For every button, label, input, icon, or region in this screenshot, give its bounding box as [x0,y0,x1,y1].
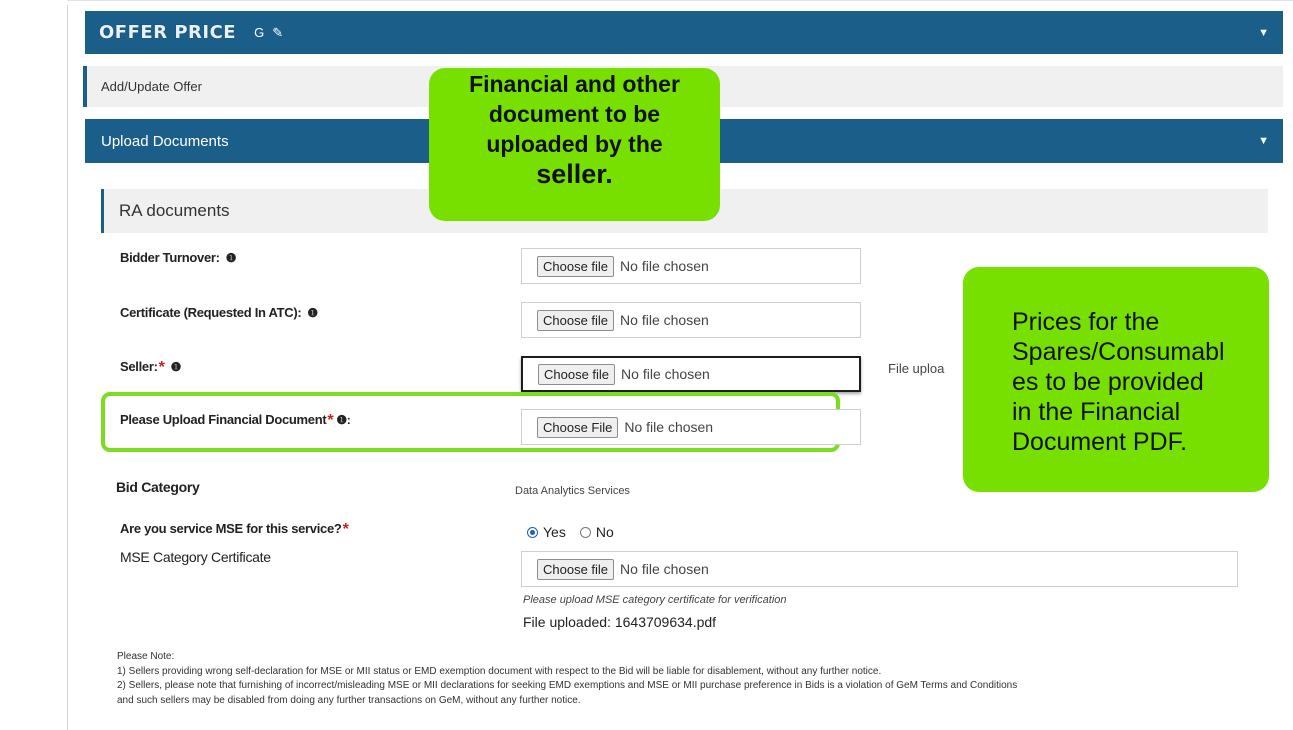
financial-documents-callout: Financial and other document to be uploa… [429,68,720,221]
seller-file-uploaded-text: File uploa [888,361,945,376]
financial-document-label-text: Please Upload Financial Document [120,412,327,427]
mse-no-radio[interactable] [579,526,591,538]
note-line-3: and such sellers may be disabled from do… [117,694,581,706]
required-marker: * [327,412,334,429]
file-status: No file chosen [620,561,709,577]
page-top-border [67,0,1293,5]
seller-file-input[interactable]: Choose file No file chosen [521,356,861,392]
mse-no-label[interactable]: No [596,524,614,540]
required-marker: * [342,521,349,538]
mse-certificate-hint: Please upload MSE category certificate f… [523,594,787,606]
mse-question-text: Are you service MSE for this service? [120,521,342,536]
mse-file-uploaded-text: File uploaded: 1643709634.pdf [523,614,717,630]
bidder-turnover-label-text: Bidder Turnover: [120,250,220,265]
offer-price-g-label[interactable]: G [254,25,264,40]
choose-file-button[interactable]: Choose file [537,309,615,331]
callout-line: seller. [536,159,613,189]
bidder-turnover-label: Bidder Turnover: ❶ [120,250,236,265]
note-heading: Please Note: [117,651,175,662]
seller-label-text: Seller: [120,359,158,374]
certificate-file-input[interactable]: Choose file No file chosen [521,302,861,338]
info-icon[interactable]: ❶ [168,360,182,374]
callout-line: Document PDF. [1012,428,1188,456]
mse-yes-label[interactable]: Yes [543,524,566,540]
financial-document-label: Please Upload Financial Document* ❶: [120,412,351,430]
chevron-down-icon[interactable]: ▼ [1258,135,1269,147]
callout-line: uploaded by the [486,131,663,157]
note-line-1: 1) Sellers providing wrong self-declarat… [117,665,882,677]
page-left-border [67,0,68,730]
certificate-label: Certificate (Requested In ATC): ❶ [120,305,318,320]
ra-documents-title: RA documents [119,201,230,220]
bidder-turnover-file-input[interactable]: Choose file No file chosen [521,248,861,284]
callout-line: in the Financial [1012,398,1181,426]
choose-file-button[interactable]: Choose file [537,255,615,277]
note-line-2: 2) Sellers, please note that furnishing … [117,680,1018,691]
choose-file-button[interactable]: Choose File [537,416,619,438]
offer-price-section-header[interactable]: OFFER PRICE G ✎ ▼ [85,11,1283,54]
offer-price-title: OFFER PRICE [99,22,237,43]
mse-certificate-file-input[interactable]: Choose file No file chosen [521,551,1238,587]
upload-documents-title: Upload Documents [101,132,229,150]
add-update-offer-label: Add/Update Offer [101,79,202,94]
info-icon[interactable]: ❶ [223,251,237,265]
certificate-label-text: Certificate (Requested In ATC): [120,305,302,320]
choose-file-button[interactable]: Choose file [538,363,616,385]
callout-line: Financial and other [469,71,680,97]
file-status: No file chosen [620,312,709,328]
mse-yes-radio[interactable] [527,526,538,538]
callout-line: Spares/Consumabl [1012,338,1225,366]
prices-spares-callout: Prices for the Spares/Consumabl es to be… [963,267,1269,492]
choose-file-button[interactable]: Choose file [537,558,615,580]
info-icon[interactable]: ❶ [304,306,318,320]
required-marker: * [158,359,165,376]
info-icon[interactable]: ❶: [336,413,350,427]
mse-radio-group: Yes No [527,524,614,540]
callout-line: document to be [488,101,661,127]
financial-document-file-input[interactable]: Choose File No file chosen [521,409,861,445]
file-status: No file chosen [620,258,709,274]
file-status: No file chosen [621,366,710,382]
bid-category-label: Bid Category [116,479,200,495]
mse-question-label: Are you service MSE for this service?* [120,521,349,539]
mse-certificate-label: MSE Category Certificate [120,549,271,565]
please-note-section: Please Note: 1) Sellers providing wrong … [117,650,1287,708]
bid-category-value: Data Analytics Services [515,485,630,497]
callout-line: Prices for the [1012,308,1160,336]
chevron-down-icon[interactable]: ▼ [1258,27,1269,39]
seller-label: Seller:* ❶ [120,359,181,377]
file-status: No file chosen [624,419,714,435]
callout-line: es to be provided [1012,368,1204,396]
edit-icon[interactable]: ✎ [272,25,283,41]
